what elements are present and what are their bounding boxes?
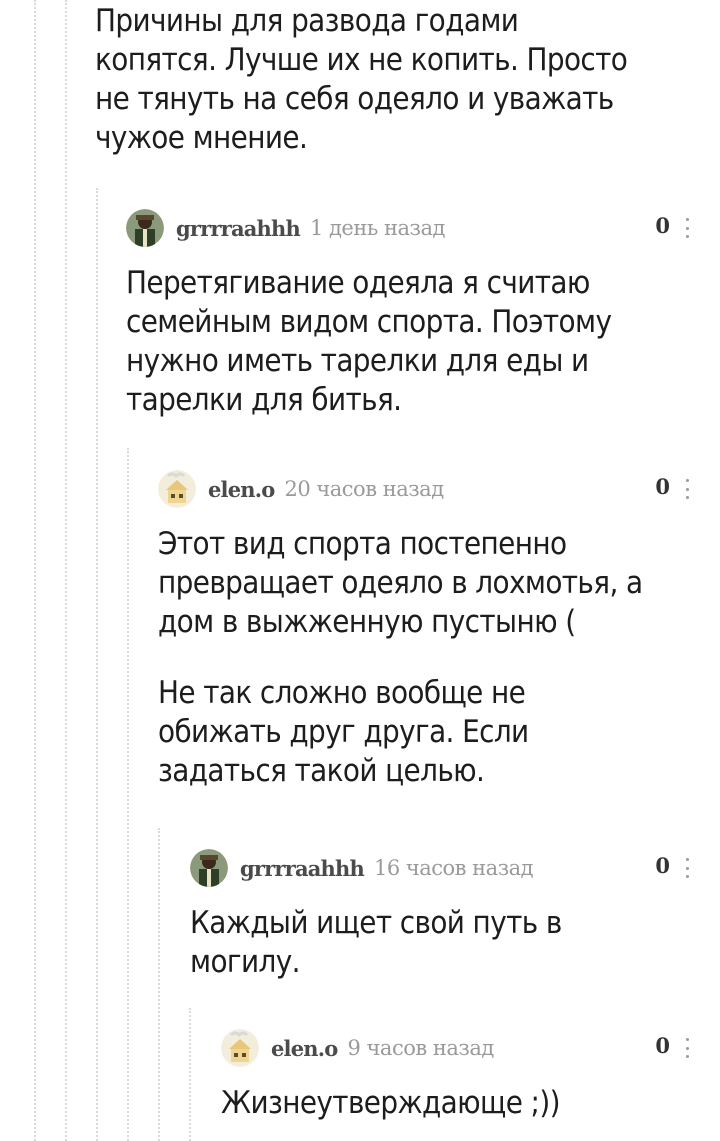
text-line: тарелки для битья. <box>126 382 402 418</box>
comment-body: Этот вид спорта постепенно превращает од… <box>158 525 720 791</box>
text-line: дом в выжженную пустыню ( <box>158 604 576 640</box>
comment-rating: 0 <box>655 1033 670 1058</box>
comment-header: elen.o 20 часов назад 0 <box>158 467 720 511</box>
thread-line-4 <box>127 448 129 1141</box>
user-avatar-man-icon[interactable] <box>190 849 228 887</box>
comment: elen.o 20 часов назад 0 Этот вид спорта … <box>158 467 720 791</box>
text-line: Жизнеутверждающе ;)) <box>221 1085 561 1121</box>
user-avatar-house-icon[interactable] <box>158 470 196 508</box>
user-avatar-man-icon[interactable] <box>126 209 164 247</box>
comment: elen.o 9 часов назад 0 Жизнеутверждающе … <box>221 1026 720 1123</box>
parent-comment-body: Причины для развода годами копятся. Лучш… <box>95 2 695 158</box>
thread-line-2 <box>65 0 67 1141</box>
text-line: чужое мнение. <box>95 120 308 156</box>
comment-header: grrrraahhh 1 день назад 0 <box>126 206 720 250</box>
thread-line-5 <box>158 828 160 1141</box>
more-vertical-icon[interactable] <box>684 218 690 238</box>
comment-author[interactable]: elen.o <box>271 1036 338 1061</box>
comment-thread: Причины для развода годами копятся. Лучш… <box>0 0 720 1141</box>
text-line: превращает одеяло в лохмотья, а <box>158 565 643 601</box>
text-line: не тянуть на себя одеяло и уважать <box>95 81 614 117</box>
comment-author[interactable]: grrrraahhh <box>176 216 301 241</box>
text-line: Каждый ищет свой путь в <box>190 905 562 941</box>
comment-body: Жизнеутверждающе ;)) <box>221 1084 720 1123</box>
comment-rating: 0 <box>655 474 670 499</box>
comment-body: Каждый ищет свой путь в могилу. <box>190 904 720 982</box>
user-avatar-house-icon[interactable] <box>221 1029 259 1067</box>
more-vertical-icon[interactable] <box>684 858 690 878</box>
comment-rating: 0 <box>655 853 670 878</box>
thread-line-3 <box>96 188 98 1141</box>
text-line: Причины для развода годами <box>95 3 519 39</box>
thread-line-6 <box>189 1008 191 1141</box>
text-line: задаться такой целью. <box>158 753 485 789</box>
comment-rating: 0 <box>655 213 670 238</box>
text-line: копятся. Лучше их не копить. Просто <box>95 42 628 78</box>
comment-body: Перетягивание одеяла я считаю семейным в… <box>126 264 720 420</box>
comment: grrrraahhh 1 день назад 0 Перетягивание … <box>126 206 720 420</box>
comment-time[interactable]: 16 часов назад <box>374 856 534 880</box>
text-line: семейным видом спорта. Поэтому <box>126 304 612 340</box>
comment-header: grrrraahhh 16 часов назад 0 <box>190 846 720 890</box>
comment-time[interactable]: 1 день назад <box>310 216 445 240</box>
text-line: Этот вид спорта постепенно <box>158 526 567 562</box>
text-line: могилу. <box>190 944 300 980</box>
comment-author[interactable]: elen.o <box>208 477 275 502</box>
text-line: Не так сложно вообще не <box>158 675 526 711</box>
thread-line-1 <box>34 0 36 1141</box>
comment-author[interactable]: grrrraahhh <box>240 856 365 881</box>
text-line: обижать друг друга. Если <box>158 714 529 750</box>
text-line: Перетягивание одеяла я считаю <box>126 265 590 301</box>
comment: grrrraahhh 16 часов назад 0 Каждый ищет … <box>190 846 720 982</box>
more-vertical-icon[interactable] <box>684 479 690 499</box>
comment-time[interactable]: 9 часов назад <box>348 1036 495 1060</box>
text-line: нужно иметь тарелки для еды и <box>126 343 589 379</box>
more-vertical-icon[interactable] <box>684 1038 690 1058</box>
comment-header: elen.o 9 часов назад 0 <box>221 1026 720 1070</box>
comment-time[interactable]: 20 часов назад <box>285 477 445 501</box>
